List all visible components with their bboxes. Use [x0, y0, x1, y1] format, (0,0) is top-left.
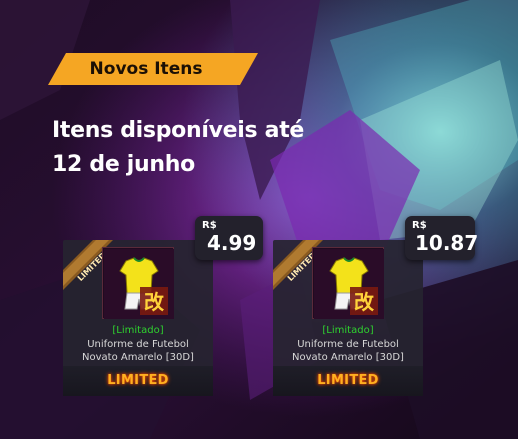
item-name-line-2: Novato Amarelo [30D]	[82, 352, 194, 363]
limited-footer: LIMITED	[63, 366, 213, 396]
item-name-line-1: Uniforme de Futebol	[87, 339, 189, 350]
yellow-jersey-icon: 改	[104, 249, 174, 319]
price-tag: R$ 10.87	[405, 216, 479, 260]
limited-tag: [Limitado]	[322, 325, 374, 336]
item-card[interactable]: LIMITED 改 [Limitado] Uniforme de Futebol…	[273, 240, 423, 396]
item-icon-frame: 改	[102, 247, 174, 319]
price-amount: 10.87	[415, 231, 479, 255]
price-tag: R$ 4.99	[195, 216, 263, 260]
item-name-line-2: Novato Amarelo [30D]	[292, 352, 404, 363]
yellow-jersey-icon: 改	[314, 249, 384, 319]
currency-label: R$	[412, 220, 427, 231]
limited-footer: LIMITED	[273, 366, 423, 396]
item-icon-frame: 改	[312, 247, 384, 319]
limited-footer-label: LIMITED	[107, 373, 169, 388]
item-name: Uniforme de Futebol Novato Amarelo [30D]	[63, 338, 213, 364]
item-name-line-1: Uniforme de Futebol	[297, 339, 399, 350]
badge-label: Novos Itens	[89, 59, 203, 79]
item-card[interactable]: LIMITED 改 [Limitado] Uniforme de Futebol…	[63, 240, 213, 396]
item-name: Uniforme de Futebol Novato Amarelo [30D]	[273, 338, 423, 364]
headline: Itens disponíveis até 12 de junho	[52, 114, 352, 182]
price-amount: 4.99	[207, 231, 257, 255]
headline-line-2: 12 de junho	[52, 152, 195, 177]
upgrade-mark: 改	[354, 290, 375, 314]
headline-line-1: Itens disponíveis até	[52, 118, 305, 143]
upgrade-mark: 改	[144, 290, 165, 314]
limited-footer-label: LIMITED	[317, 373, 379, 388]
limited-tag: [Limitado]	[112, 325, 164, 336]
currency-label: R$	[202, 220, 217, 231]
new-items-badge: Novos Itens	[48, 53, 258, 85]
